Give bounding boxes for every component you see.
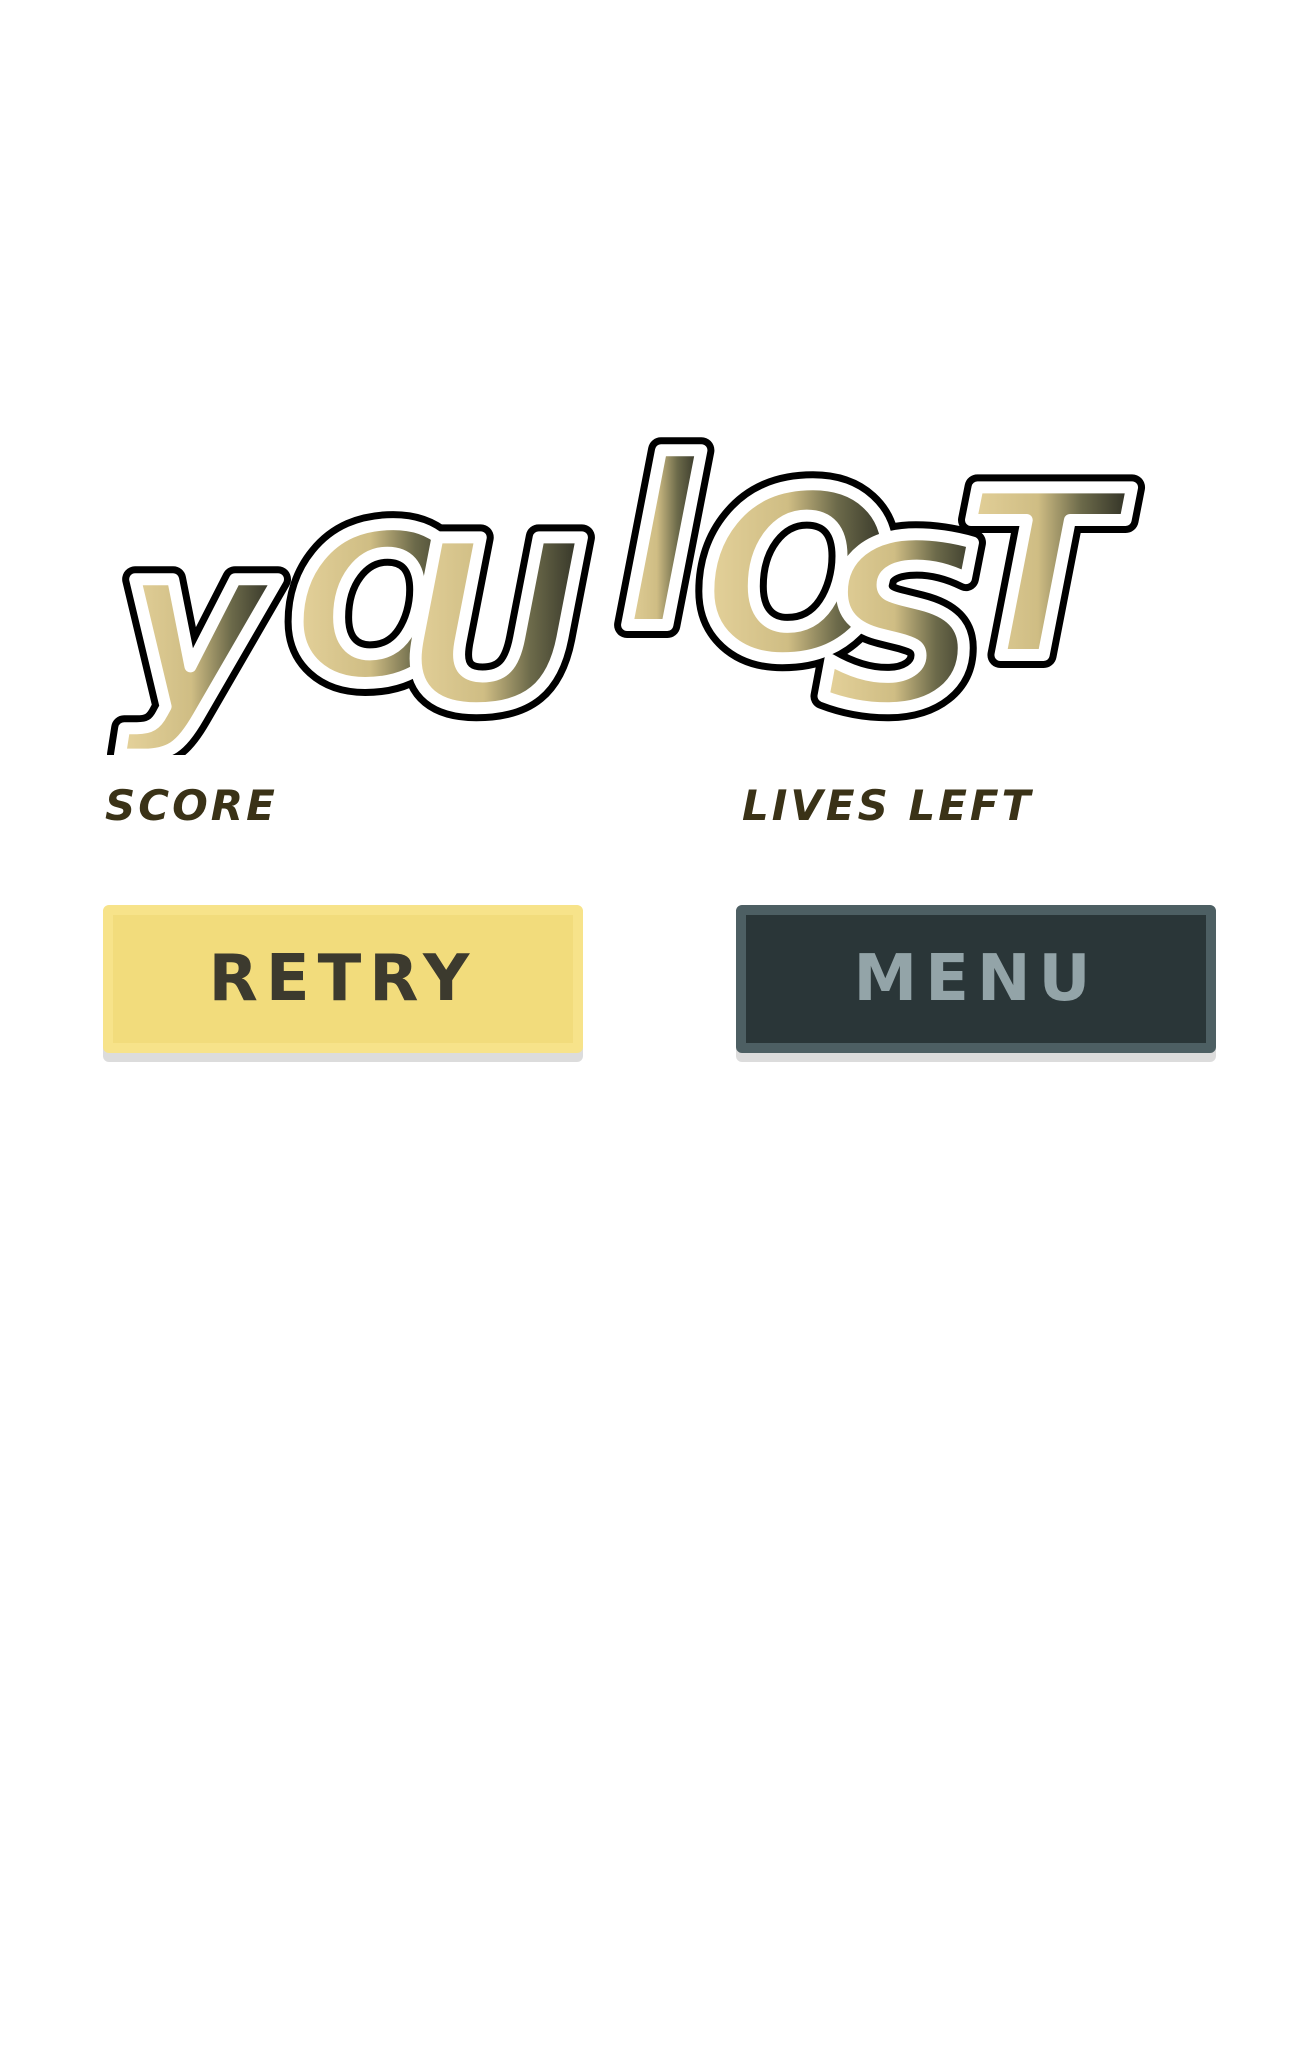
menu-button-label: MENU	[853, 942, 1099, 1016]
you-lost-logo-icon: y O U l O S T y O U l O S T	[107, 400, 1146, 755]
retry-button[interactable]: RETRY	[103, 905, 583, 1053]
lives-left-label: LIVES LEFT	[742, 781, 1034, 830]
menu-button[interactable]: MENU	[736, 905, 1216, 1053]
retry-button-label: RETRY	[208, 942, 478, 1016]
svg-text:T: T	[960, 443, 1133, 710]
svg-text:y: y	[120, 493, 279, 755]
score-label: SCORE	[105, 781, 278, 830]
svg-text:l: l	[620, 413, 702, 680]
svg-text:U: U	[400, 493, 587, 755]
